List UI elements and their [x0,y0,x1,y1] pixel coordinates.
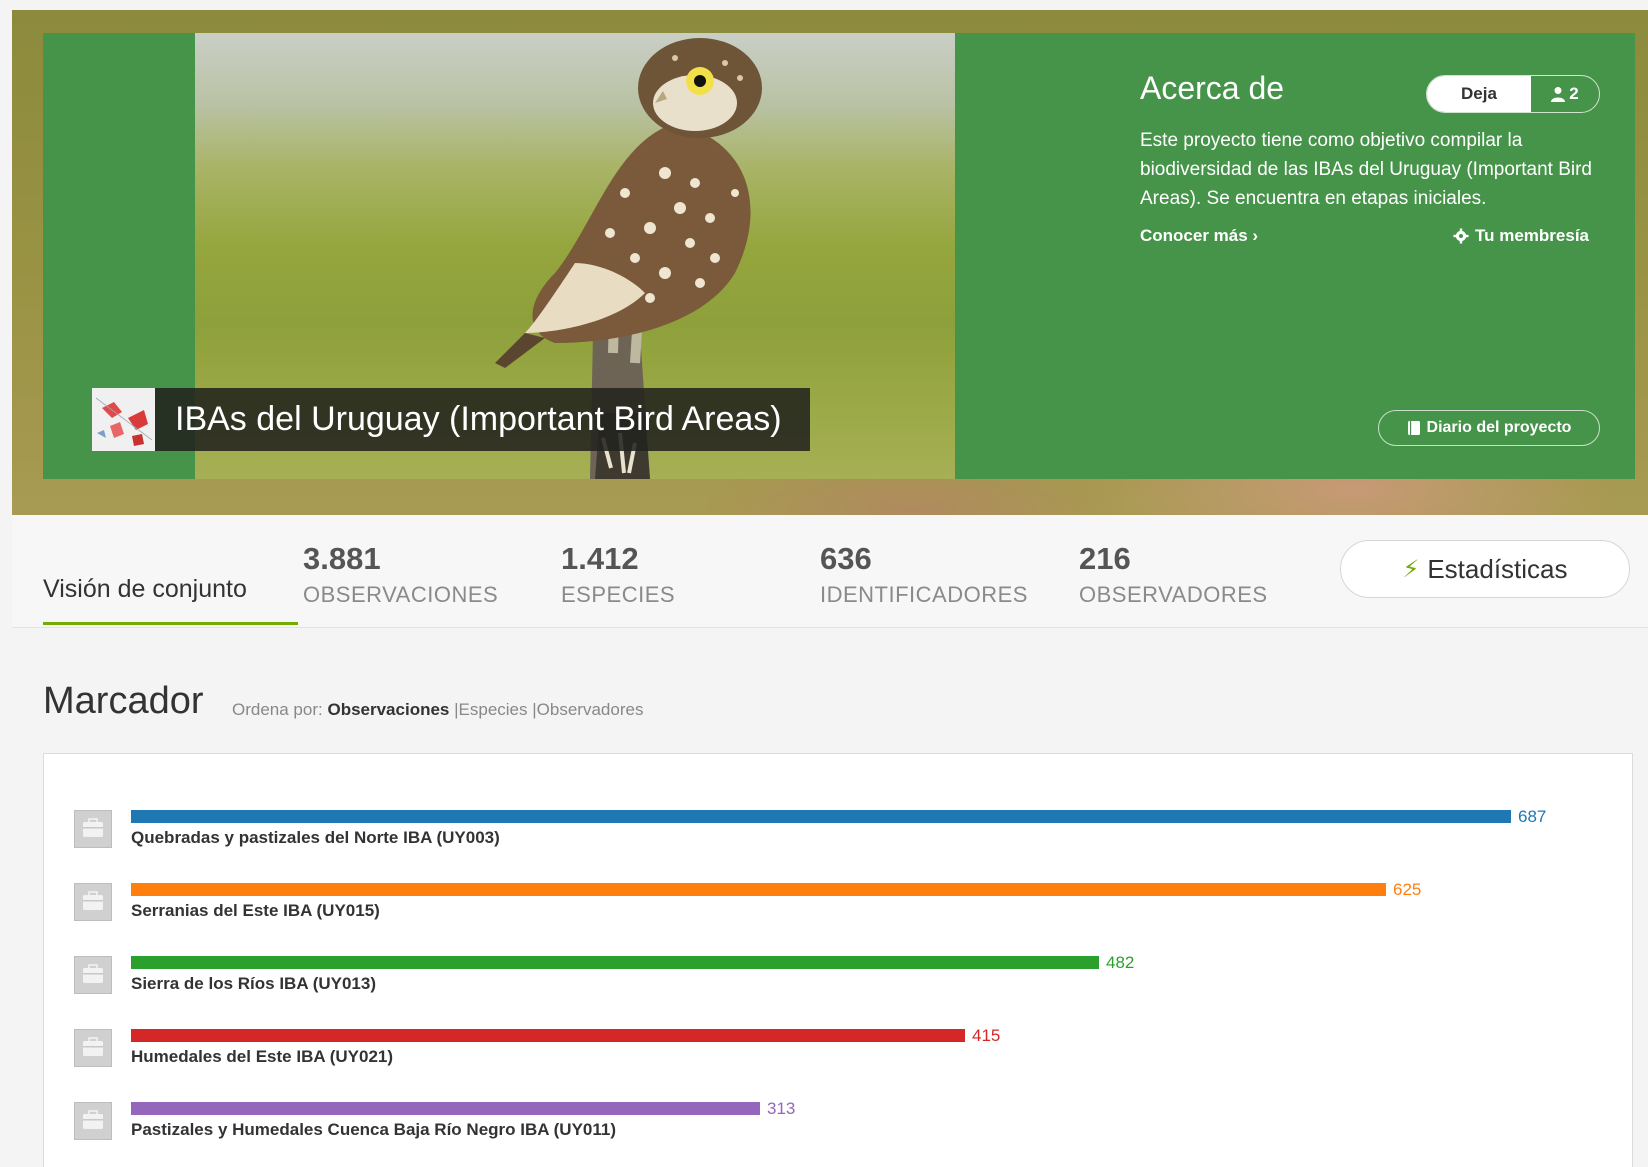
sort-observations[interactable]: Observaciones [327,700,449,719]
user-icon [1551,87,1566,102]
stat-species[interactable]: 1.412 ESPECIES [561,540,675,608]
stat-label: IDENTIFICADORES [820,582,1028,607]
lightning-icon: ⚡ [1402,555,1420,583]
about-title: Acerca de [1140,70,1285,106]
book-icon [1407,421,1420,435]
membership-label: Tu membresía [1475,226,1590,245]
statistics-button-label: Estadísticas [1427,553,1568,584]
leaderboard-value: 313 [767,1099,796,1118]
leaderboard-bar [131,883,1386,896]
stat-label: OBSERVADORES [1079,582,1268,607]
leaderboard-title: Marcador [43,680,204,722]
stat-value: 636 [820,541,872,576]
leaderboard-bar [131,1102,760,1115]
leaderboard-value: 482 [1106,953,1135,972]
join-control: Deja 2 [1426,75,1600,113]
stat-observers[interactable]: 216 OBSERVADORES [1079,540,1268,608]
leaderboard-row[interactable]: 687 Quebradas y pastizales del Norte IBA … [44,807,1632,870]
sort-prefix: Ordena por: [232,700,323,719]
leaderboard-bar [131,810,1511,823]
membership-link[interactable]: Tu membresía [1453,226,1589,246]
about-description: Este proyecto tiene como objetivo compil… [1140,130,1593,209]
leaderboard-label[interactable]: Sierra de los Ríos IBA (UY013) [131,974,376,994]
project-briefcase-icon [74,810,112,848]
leaderboard-row[interactable]: 625 Serranias del Este IBA (UY015) [44,880,1632,943]
project-map-icon [92,388,155,451]
project-briefcase-icon [74,956,112,994]
project-briefcase-icon [74,1102,112,1140]
members-count[interactable]: 2 [1531,76,1599,112]
sort-observers[interactable]: Observadores [537,700,644,719]
leaderboard-label[interactable]: Humedales del Este IBA (UY021) [131,1047,393,1067]
leaderboard-value: 687 [1518,807,1547,826]
stat-value: 3.881 [303,541,381,576]
learn-more-link[interactable]: Conocer más › [1140,226,1258,246]
sort-species[interactable]: Especies [459,700,528,719]
tab-overview-label: Visión de conjunto [43,575,247,603]
leaderboard-row[interactable]: 482 Sierra de los Ríos IBA (UY013) [44,953,1632,1016]
leaderboard-label[interactable]: Serranias del Este IBA (UY015) [131,901,380,921]
project-briefcase-icon [74,883,112,921]
stat-value: 1.412 [561,541,639,576]
leaderboard-sort: Ordena por: Observaciones |Especies |Obs… [232,700,643,720]
leaderboard-bar [131,956,1099,969]
stat-label: ESPECIES [561,582,676,607]
project-journal-button[interactable]: Diario del proyecto [1378,410,1600,446]
leaderboard-label[interactable]: Quebradas y pastizales del Norte IBA (UY… [131,828,500,848]
members-count-value: 2 [1569,84,1579,103]
leaderboard-label[interactable]: Pastizales y Humedales Cuenca Baja Río N… [131,1120,616,1140]
stat-identifiers[interactable]: 636 IDENTIFICADORES [820,540,1028,608]
project-journal-label: Diario del proyecto [1426,419,1572,436]
leaderboard-value: 625 [1393,880,1422,899]
stat-observations[interactable]: 3.881 OBSERVACIONES [303,540,498,608]
stat-label: OBSERVACIONES [303,582,499,607]
stat-value: 216 [1079,541,1131,576]
leaderboard-bar [131,1029,965,1042]
project-briefcase-icon [74,1029,112,1067]
leaderboard-value: 415 [972,1026,1001,1045]
gear-icon [1453,228,1469,244]
project-title: IBAs del Uruguay (Important Bird Areas) [175,400,782,438]
leaderboard-row[interactable]: 313 Pastizales y Humedales Cuenca Baja Rí… [44,1099,1632,1162]
leaderboard-row[interactable]: 415 Humedales del Este IBA (UY021) [44,1026,1632,1089]
project-title-bar: IBAs del Uruguay (Important Bird Areas) [92,388,810,451]
leaderboard-panel: 687 Quebradas y pastizales del Norte IBA … [43,753,1633,1167]
statistics-button[interactable]: ⚡ Estadísticas [1340,540,1630,598]
leave-project-button[interactable]: Deja [1427,76,1531,112]
tab-overview[interactable]: Visión de conjunto [43,575,298,625]
